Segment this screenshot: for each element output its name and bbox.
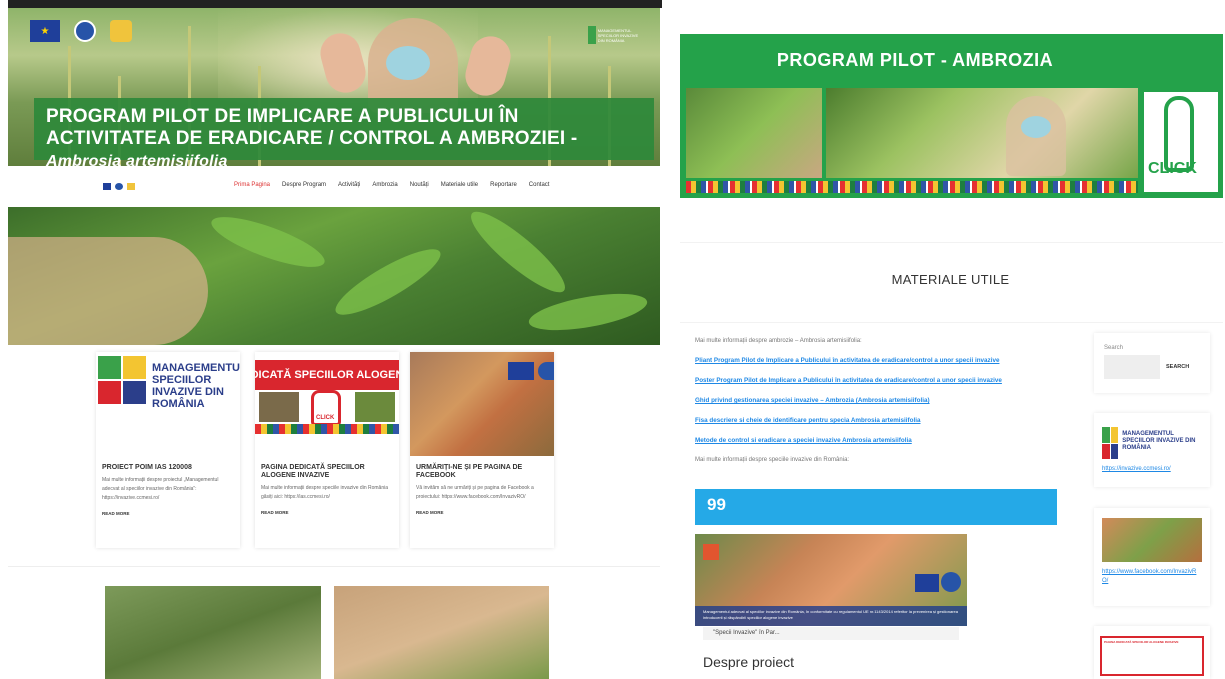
card-pagina-dedicata: EDICATĂ SPECIILOR ALOGENE CLICK PAGINA D… (255, 352, 399, 548)
materials-intro2: Mai multe informații despre speciile inv… (695, 457, 850, 463)
hero-title-line2: ACTIVITATEA DE ERADICARE / CONTROL A AMB… (46, 128, 642, 166)
nav-menu: Prima Pagina Despre Program Activități A… (234, 182, 549, 188)
nav-logos (103, 183, 135, 190)
field-photo (826, 88, 1138, 178)
mgmt-logo-text: MANAGEMENTUL SPECIILOR INVAZIVE DIN ROMÂ… (152, 362, 240, 410)
facebook-thumb[interactable] (1102, 518, 1202, 562)
news-photo[interactable] (334, 586, 549, 679)
program-logo-icon (110, 20, 132, 42)
species-logo-icon (98, 356, 146, 404)
about-title: Despre proiect (703, 654, 795, 670)
brand-logo[interactable]: MANAGEMENTUL SPECIILOR INVAZIVE DIN ROMÂ… (588, 20, 642, 50)
partner-logos: ★ (30, 20, 132, 42)
card-title[interactable]: URMĂRIȚI-NE ȘI PE PAGINA DE FACEBOOK (416, 464, 548, 480)
section-title: MATERIALE UTILE (891, 272, 1010, 287)
invazive-link[interactable]: https://invazive.ccmesi.ro/ (1102, 465, 1202, 474)
search-widget: Search SEARCH (1094, 333, 1210, 393)
decorative-strip (255, 424, 399, 434)
link-ghid[interactable]: Ghid privind gestionarea speciei invaziv… (695, 397, 1061, 404)
ias-thumb[interactable]: PAGINA DEDICATĂ SPECIILOR ALOGENE INVAZI… (1100, 636, 1204, 676)
homepage-screenshot: ★ MANAGEMENTUL SPECIILOR INVAZIVE DIN RO… (0, 0, 662, 679)
face-mask (386, 46, 430, 80)
facebook-embed[interactable]: Managementul adecvat al speciilor invazi… (695, 534, 967, 626)
nav-item-activitati[interactable]: Activități (338, 182, 360, 188)
ias-widget: PAGINA DEDICATĂ SPECIILOR ALOGENE INVAZI… (1094, 626, 1210, 679)
species-logo-icon (588, 26, 596, 44)
government-logo-icon (538, 362, 554, 380)
card-title[interactable]: PROIECT POIM IAS 120008 (102, 464, 234, 472)
facebook-link[interactable]: https://www.facebook.com/InvazivRO/ (1102, 568, 1202, 586)
mgmt-logo-text: MANAGEMENTUL SPECIILOR INVAZIVE DIN ROMÂ… (1122, 431, 1196, 451)
card-text: Mai multe informații despre speciile inv… (261, 485, 388, 500)
read-more-link[interactable]: READ MORE (102, 511, 234, 516)
nav-item-materiale-utile[interactable]: Materiale utile (441, 182, 478, 188)
card-thumb[interactable] (410, 352, 554, 456)
decorative-strip (686, 181, 1138, 193)
pilot-program-banner[interactable]: PROGRAM PILOT - AMBROZIA CLICK (680, 34, 1223, 198)
search-input[interactable] (1104, 355, 1160, 379)
quote-block: 99 (695, 489, 1057, 525)
hero-title-line1: PROGRAM PILOT DE IMPLICARE A PUBLICULUI … (46, 106, 519, 127)
link-pliant[interactable]: Pliant Program Pilot de Implicare a Publ… (695, 357, 1061, 364)
materials-content: Mai multe informații despre ambrozie – A… (695, 334, 1061, 463)
ragweed-photo (8, 207, 660, 345)
program-logo-icon (127, 183, 135, 190)
news-photo[interactable] (105, 586, 321, 679)
link-metode[interactable]: Metode de control si eradicare a speciei… (695, 437, 1061, 444)
fb-caption: Managementul adecvat al speciilor invazi… (695, 606, 967, 626)
quote-icon: 99 (707, 495, 726, 514)
hands-photo (686, 88, 822, 178)
card-facebook: URMĂRIȚI-NE ȘI PE PAGINA DE FACEBOOK Vă … (410, 352, 554, 548)
card-title[interactable]: PAGINA DEDICATĂ SPECIILOR ALOGENE INVAZI… (261, 464, 393, 480)
card-thumb[interactable]: EDICATĂ SPECIILOR ALOGENE CLICK (255, 352, 399, 456)
eu-flag-icon: ★ (30, 20, 60, 42)
main-nav: Prima Pagina Despre Program Activități A… (8, 178, 660, 198)
species-logo-icon (1102, 427, 1119, 459)
search-label: Search (1104, 345, 1124, 351)
hero-title-banner: PROGRAM PILOT DE IMPLICARE A PUBLICULUI … (34, 98, 654, 166)
eu-flag-icon (103, 183, 111, 190)
fb-page-bar[interactable]: "Specii Invazive" în Par... (703, 627, 959, 640)
search-button[interactable]: SEARCH (1166, 364, 1189, 370)
eu-flag-icon (508, 362, 534, 380)
nav-item-reportare[interactable]: Reportare (490, 182, 517, 188)
hero-species-name: Ambrosia artemisiifolia (46, 153, 228, 166)
nav-item-despre-program[interactable]: Despre Program (282, 182, 326, 188)
nav-item-contact[interactable]: Contact (529, 182, 550, 188)
nav-item-prima-pagina[interactable]: Prima Pagina (234, 182, 270, 188)
mgmt-logo[interactable]: MANAGEMENTUL SPECIILOR INVAZIVE DIN ROMÂ… (1102, 427, 1202, 459)
pilot-banner-title: PROGRAM PILOT - AMBROZIA (776, 50, 1054, 70)
materiale-utile-screenshot: PROGRAM PILOT - AMBROZIA CLICK MATERIALE… (676, 0, 1225, 679)
page-avatar (703, 544, 719, 560)
mgmt-widget: MANAGEMENTUL SPECIILOR INVAZIVE DIN ROMÂ… (1094, 413, 1210, 487)
nav-item-noutati[interactable]: Noutăți (410, 182, 429, 188)
read-more-link[interactable]: READ MORE (416, 510, 548, 515)
link-poster[interactable]: Poster Program Pilot de Implicare a Publ… (695, 377, 1061, 384)
materials-intro: Mai multe informații despre ambrozie – A… (695, 338, 862, 344)
card-thumb[interactable]: MANAGEMENTUL SPECIILOR INVAZIVE DIN ROMÂ… (96, 352, 240, 456)
brand-text: MANAGEMENTUL SPECIILOR INVAZIVE DIN ROMÂ… (597, 27, 639, 43)
government-logo-icon (74, 20, 96, 42)
government-logo-icon (941, 572, 961, 592)
read-more-link[interactable]: READ MORE (261, 510, 393, 515)
canvas: ★ MANAGEMENTUL SPECIILOR INVAZIVE DIN RO… (0, 0, 1225, 679)
hero-header: ★ MANAGEMENTUL SPECIILOR INVAZIVE DIN RO… (8, 8, 660, 166)
card-poim: MANAGEMENTUL SPECIILOR INVAZIVE DIN ROMÂ… (96, 352, 240, 548)
click-label: CLICK (1148, 160, 1197, 177)
card-text: Vă invităm să ne urmăriți și pe pagina d… (416, 485, 534, 500)
link-fisa[interactable]: Fisa descriere si cheie de identificare … (695, 417, 1061, 424)
facebook-widget: https://www.facebook.com/InvazivRO/ (1094, 508, 1210, 606)
dedicat-banner: EDICATĂ SPECIILOR ALOGENE (255, 360, 399, 390)
government-logo-icon (115, 183, 123, 190)
click-button[interactable]: CLICK (1144, 92, 1218, 192)
mgmt-logo: MANAGEMENTUL SPECIILOR INVAZIVE DIN ROMÂ… (98, 356, 240, 410)
browser-top-bar (8, 0, 662, 8)
nav-item-ambrozia[interactable]: Ambrozia (372, 182, 397, 188)
eu-flag-icon (915, 574, 939, 592)
card-text: Mai multe informații despre proiectul „M… (102, 477, 219, 501)
click-hand-icon: CLICK (311, 390, 341, 426)
